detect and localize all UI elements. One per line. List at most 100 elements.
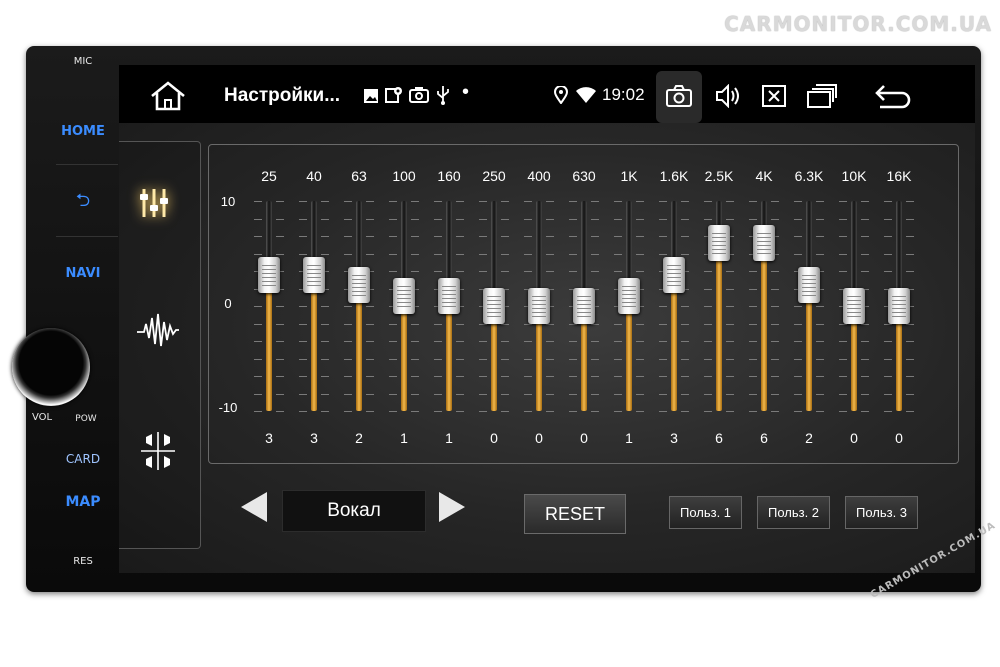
- tick-mark: [389, 218, 397, 220]
- knob-grip: [757, 241, 771, 242]
- band-slider-track[interactable]: [794, 201, 824, 412]
- knob-grip: [532, 304, 546, 305]
- band-slider-knob[interactable]: [348, 267, 370, 303]
- recent-apps-icon[interactable]: [807, 84, 837, 108]
- tick-mark: [479, 253, 487, 255]
- tick-mark: [884, 358, 892, 360]
- reset-hw-button[interactable]: RES: [48, 556, 118, 567]
- map-button[interactable]: MAP: [48, 494, 118, 510]
- tick-mark: [366, 201, 374, 202]
- band-slider-knob[interactable]: [888, 288, 910, 324]
- tick-mark: [524, 253, 532, 255]
- band-slider-knob[interactable]: [798, 267, 820, 303]
- reset-button[interactable]: RESET: [524, 494, 626, 534]
- tick-mark: [254, 358, 262, 360]
- sound-wave-icon[interactable]: [136, 310, 180, 350]
- user-preset-2-button[interactable]: Польз. 2: [757, 496, 830, 529]
- knob-grip: [712, 245, 726, 246]
- tick-mark: [884, 411, 892, 412]
- tick-mark: [704, 323, 712, 325]
- band-slider-knob[interactable]: [303, 256, 325, 293]
- home-button[interactable]: HOME: [48, 124, 118, 139]
- navi-button[interactable]: NAVI: [48, 266, 118, 281]
- knob-grip: [757, 233, 771, 234]
- tick-mark: [366, 218, 374, 220]
- back-arrow-icon: ⮌: [75, 190, 91, 211]
- knob-grip: [622, 289, 636, 291]
- tick-mark: [344, 376, 352, 377]
- tick-mark: [681, 376, 689, 377]
- tick-mark: [771, 288, 779, 290]
- tick-mark: [321, 323, 329, 325]
- tick-mark: [456, 271, 464, 272]
- tick-mark: [456, 236, 464, 237]
- tick-mark: [749, 393, 757, 395]
- tick-mark: [794, 358, 802, 360]
- band-slider-knob[interactable]: [663, 256, 685, 293]
- balance-fader-icon[interactable]: [140, 431, 176, 471]
- home-icon[interactable]: [149, 81, 187, 111]
- tick-mark: [816, 253, 824, 255]
- band-value-label: 0: [490, 430, 498, 446]
- back-hw-button[interactable]: ⮌: [48, 188, 118, 218]
- tick-mark: [321, 411, 329, 412]
- tick-mark: [434, 411, 442, 412]
- tick-mark: [434, 376, 442, 377]
- tick-mark: [749, 306, 757, 307]
- tick-mark: [456, 376, 464, 377]
- tick-mark: [524, 358, 532, 360]
- band-slider-knob[interactable]: [618, 277, 640, 314]
- screenshot-icon[interactable]: [666, 85, 692, 107]
- band-slider-track[interactable]: [659, 201, 689, 412]
- band-value-label: 2: [355, 430, 363, 446]
- volume-icon[interactable]: [715, 84, 743, 108]
- next-preset-icon[interactable]: [437, 490, 467, 524]
- band-slider-knob[interactable]: [843, 288, 865, 324]
- knob-grip: [847, 308, 861, 309]
- knob-grip: [487, 312, 501, 313]
- tick-mark: [614, 411, 622, 412]
- user-preset-1-button[interactable]: Польз. 1: [669, 496, 742, 529]
- band-slider-track[interactable]: [254, 201, 284, 412]
- band-slider-knob[interactable]: [528, 288, 550, 324]
- tick-mark: [726, 358, 734, 360]
- tick-mark: [366, 306, 374, 307]
- band-slider-knob[interactable]: [483, 288, 505, 324]
- knob-grip: [757, 249, 771, 250]
- tick-mark: [299, 236, 307, 237]
- tick-mark: [299, 201, 307, 202]
- screen: Настройки... • 19:02 10 0 -10 25 3 40 3 …: [119, 65, 975, 573]
- band-frequency-label: 4K: [755, 168, 773, 184]
- band-slider-knob[interactable]: [393, 277, 415, 314]
- band-slider-track[interactable]: [344, 201, 374, 412]
- tick-mark: [411, 341, 419, 342]
- close-window-icon[interactable]: [762, 85, 786, 107]
- prev-preset-icon[interactable]: [239, 490, 269, 524]
- tick-mark: [704, 411, 712, 412]
- user-preset-3-button[interactable]: Польз. 3: [845, 496, 918, 529]
- band-slider-knob[interactable]: [708, 225, 730, 261]
- band-slider-track[interactable]: [299, 201, 329, 412]
- tick-mark: [344, 393, 352, 395]
- back-icon[interactable]: [874, 82, 912, 110]
- band-slider-knob[interactable]: [438, 277, 460, 314]
- tick-mark: [614, 358, 622, 360]
- tick-mark: [276, 341, 284, 342]
- band-slider-knob[interactable]: [753, 225, 775, 261]
- tick-mark: [434, 341, 442, 342]
- pow-label: POW: [75, 414, 97, 424]
- tick-mark: [366, 411, 374, 412]
- volume-knob[interactable]: [12, 328, 90, 406]
- knob-grip: [892, 308, 906, 309]
- band-slider-knob[interactable]: [573, 288, 595, 324]
- knob-grip: [802, 295, 816, 296]
- tick-mark: [569, 358, 577, 360]
- tick-mark: [276, 411, 284, 412]
- tick-mark: [366, 236, 374, 237]
- divider: [56, 164, 118, 165]
- band-slider-knob[interactable]: [258, 256, 280, 293]
- equalizer-icon[interactable]: [137, 186, 171, 220]
- tick-mark: [861, 253, 869, 255]
- tick-mark: [524, 376, 532, 377]
- tick-mark: [299, 306, 307, 307]
